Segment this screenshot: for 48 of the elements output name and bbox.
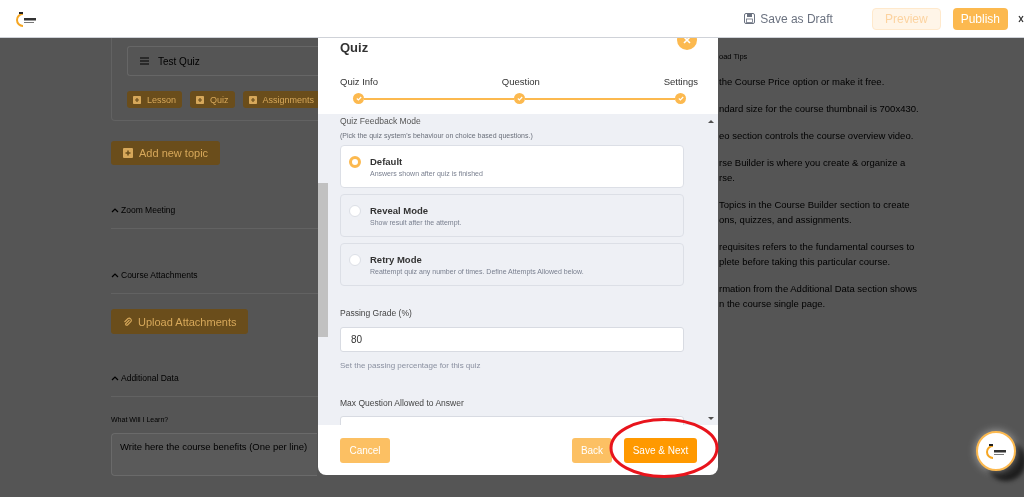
chat-button[interactable] <box>976 431 1016 471</box>
topic-title: Test Quiz <box>158 55 200 67</box>
option-title: Reveal Mode <box>370 205 430 216</box>
tip-text: Topics in the Course Builder section to create ons, quizzes, and assignments. <box>719 198 911 227</box>
plus-icon <box>123 148 133 158</box>
radio-button[interactable] <box>349 156 361 168</box>
tip-text: rmation from the Additional Data section shows n the course single page. <box>719 282 918 311</box>
modal-title: Quiz <box>340 39 369 55</box>
tip-text: eo section controls the course overview video. <box>719 129 915 143</box>
tip-text: the Course Price option or make it free. <box>719 75 886 89</box>
plus-icon <box>196 95 205 104</box>
scrollbar-thumb[interactable] <box>318 183 328 337</box>
section-title[interactable]: Zoom Meeting <box>121 205 176 215</box>
add-content-button[interactable]: Assignments <box>242 91 321 108</box>
step-label[interactable]: Quiz Info <box>340 76 379 87</box>
drag-handle-icon[interactable] <box>140 57 149 65</box>
field-label: Quiz Feedback Mode <box>340 116 422 126</box>
section-title[interactable]: Additional Data <box>121 373 179 383</box>
tip-text: rse Builder is where you create & organize a rse. <box>719 156 907 185</box>
caret-icon[interactable] <box>111 375 119 381</box>
paperclip-icon <box>123 316 132 327</box>
step-label[interactable]: Question <box>501 76 540 87</box>
logo-icon <box>984 443 1008 459</box>
tip-text: requisites refers to the fundamental courses to plete before taking this particular course. <box>719 240 916 269</box>
tip-text: ndard size for the course thumbnail is 700x430. <box>719 102 919 116</box>
radio-button[interactable] <box>349 254 361 266</box>
add-content-button[interactable]: Quiz <box>190 91 235 108</box>
add-topic-button[interactable]: Add new topic <box>111 141 221 165</box>
radio-button[interactable] <box>349 205 361 217</box>
option-title: Retry Mode <box>370 254 423 265</box>
upload-attachments-button[interactable]: Upload Attachments <box>111 309 249 334</box>
save-draft-button[interactable]: Save as Draft <box>744 11 833 26</box>
field-help: Set the passing percentage for this quiz <box>340 361 482 370</box>
field-label: Max Question Allowed to Answer <box>340 398 465 408</box>
caret-icon[interactable] <box>111 207 119 213</box>
save-next-button[interactable]: Save & Next <box>624 437 697 463</box>
plus-icon <box>248 95 257 104</box>
caret-icon[interactable] <box>111 272 119 278</box>
section-title[interactable]: Course Attachments <box>121 270 198 280</box>
benefits-field[interactable]: Write here the course benefits (One per line) <box>111 433 317 476</box>
passing-grade-field[interactable]: 80 <box>340 327 684 352</box>
option-title: Default <box>370 156 404 167</box>
plus-icon <box>133 95 141 104</box>
topic-item[interactable]: Test Quiz <box>127 46 319 76</box>
field-label: Passing Grade (%) <box>340 308 413 318</box>
step-label[interactable]: Settings <box>663 76 698 87</box>
add-content-button[interactable]: Lesson <box>127 91 183 108</box>
logo-icon[interactable] <box>14 10 38 27</box>
